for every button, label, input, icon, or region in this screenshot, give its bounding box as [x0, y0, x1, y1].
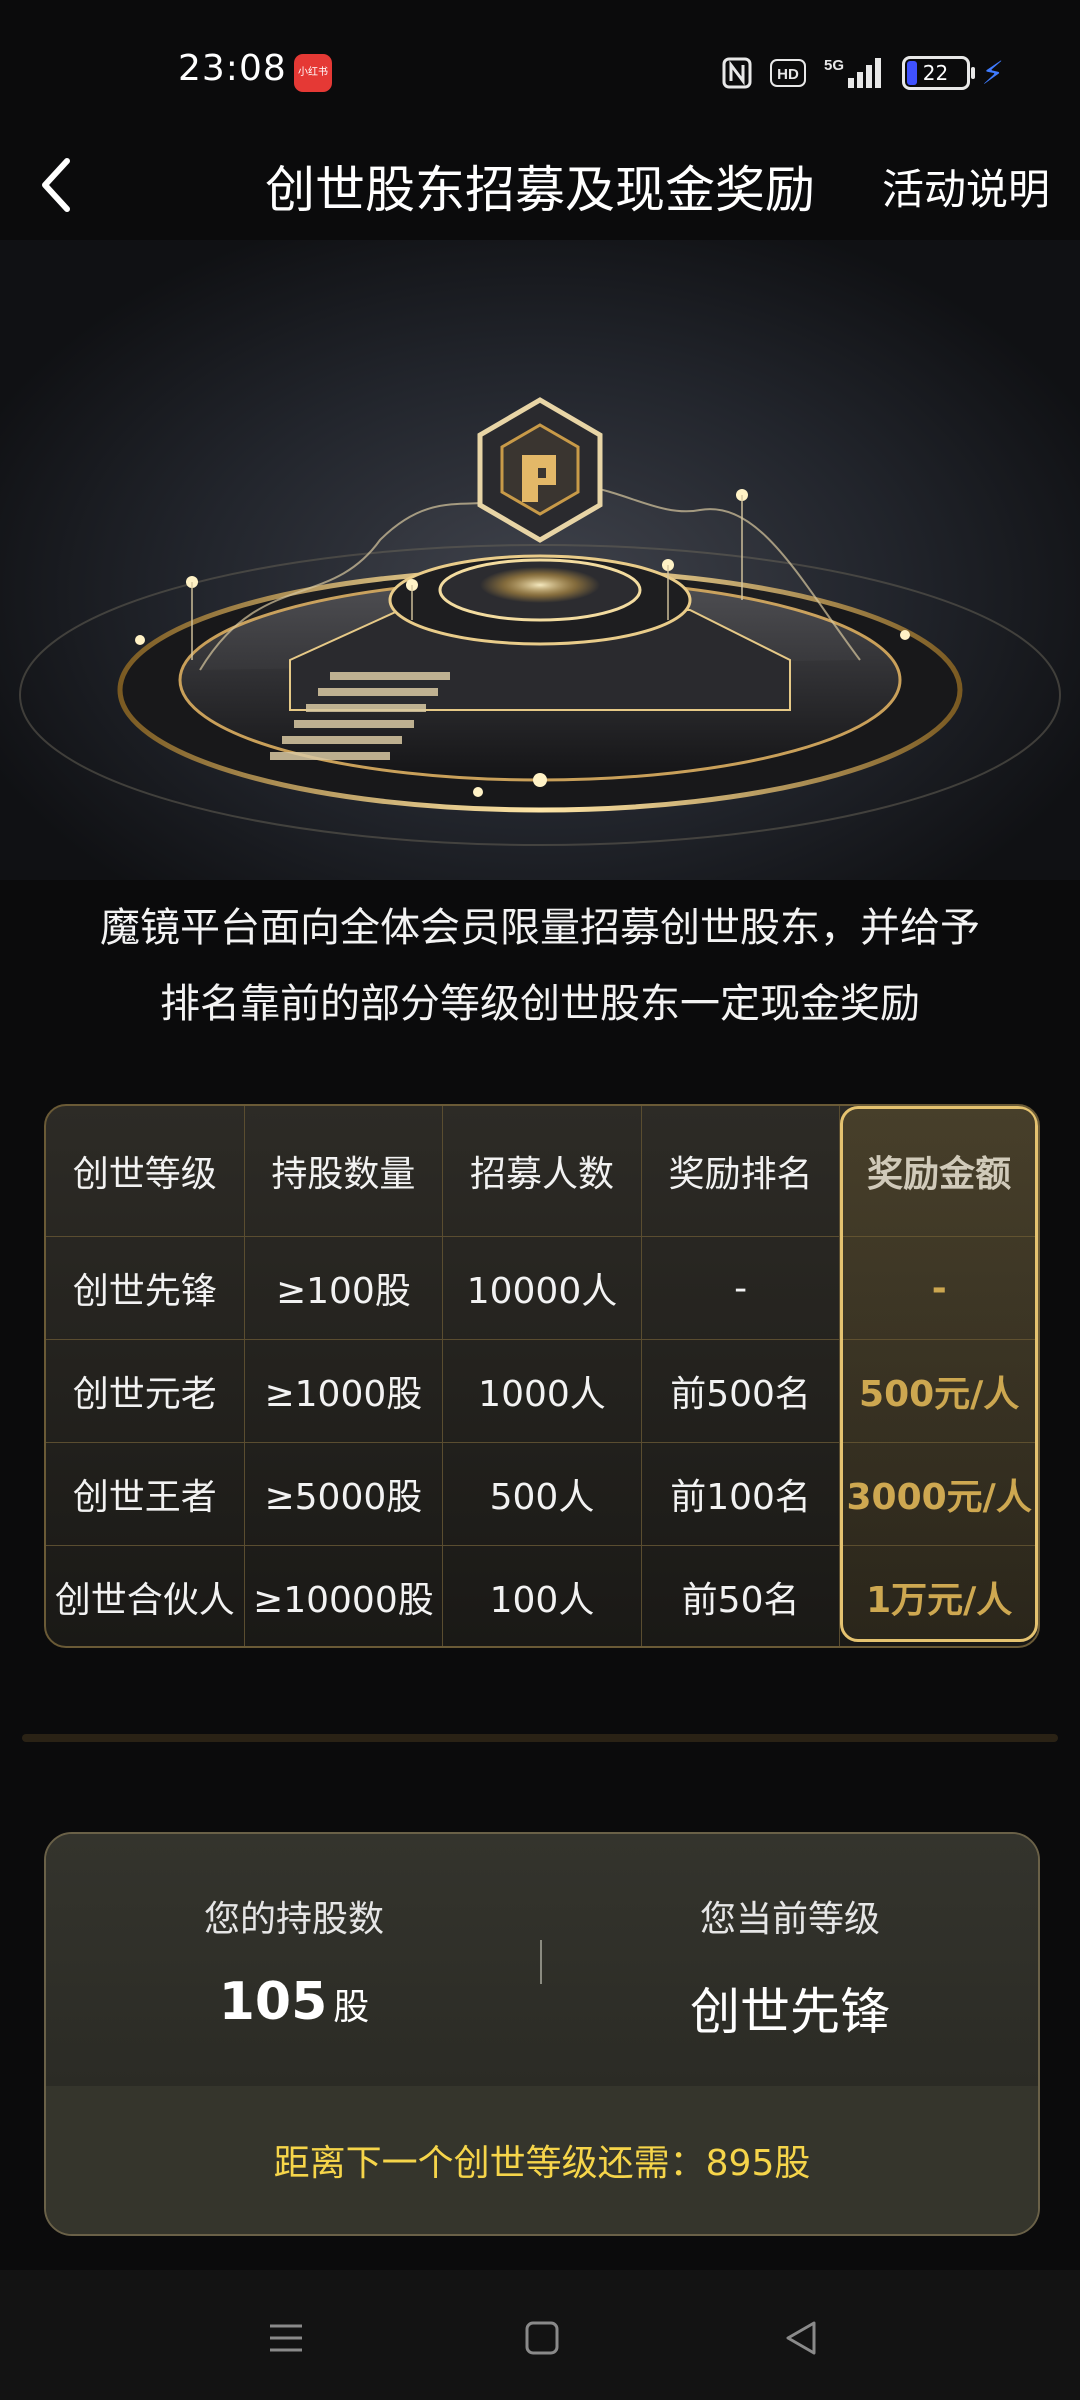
table-header-row: 创世等级 持股数量 招募人数 奖励排名 奖励金额 [46, 1106, 1038, 1236]
table-cell: 前100名 [640, 1443, 840, 1545]
triangle-back-icon [786, 2321, 816, 2355]
system-nav-bar [0, 2270, 1080, 2400]
activity-info-link[interactable]: 活动说明 [882, 150, 1050, 230]
holding-unit: 股 [333, 1987, 370, 2028]
holding-block: 您的持股数 105 股 [46, 1890, 542, 2032]
table-cell: 500人 [442, 1443, 641, 1545]
hero-illustration [0, 240, 1080, 880]
table-cell: 前50名 [640, 1546, 840, 1646]
svg-text:HD: HD [777, 66, 799, 83]
signal-5g-icon: 5G [824, 56, 884, 90]
table-cell: 500元/人 [839, 1340, 1038, 1442]
app-header: 创世股东招募及现金奖励 活动说明 [0, 140, 1080, 240]
intro-line-2: 排名靠前的部分等级创世股东一定现金奖励 [160, 981, 920, 1027]
battery-level: 22 [922, 61, 949, 85]
table-header: 招募人数 [442, 1106, 641, 1236]
back-nav-button[interactable] [770, 2308, 830, 2368]
app-notification-icon: 小红书 [294, 54, 332, 92]
section-divider [22, 1734, 1058, 1742]
page-title: 创世股东招募及现金奖励 [265, 161, 815, 219]
level-label: 您当前等级 [699, 1899, 880, 1940]
charging-icon: ⚡ [981, 54, 1004, 92]
table-cell: 创世元老 [72, 1374, 217, 1415]
back-button[interactable] [22, 150, 92, 220]
hd-icon: HD [769, 56, 806, 90]
status-icons: HD 5G 22 ⚡ [722, 54, 1004, 92]
menu-icon [270, 2324, 302, 2352]
table-cell: ≥100股 [243, 1237, 443, 1339]
table-header: 持股数量 [243, 1106, 443, 1236]
next-level-note: 距离下一个创世等级还需：895股 [46, 2086, 1038, 2234]
intro-line-1: 魔镜平台面向全体会员限量招募创世股东，并给予 [100, 905, 980, 951]
status-bar: 23:08 小红书 HD 5G 22 ⚡ [0, 0, 1080, 140]
battery-icon: 22 [901, 56, 975, 90]
table-cell: 10000人 [442, 1237, 641, 1339]
table-cell: ≥5000股 [243, 1443, 443, 1545]
menu-button[interactable] [256, 2308, 316, 2368]
table-cell: - [640, 1237, 840, 1339]
table-cell: 创世王者 [72, 1477, 217, 1518]
table-cell: 创世合伙人 [54, 1580, 235, 1621]
table-row: 创世合伙人 ≥10000股 100人 前50名 1万元/人 [46, 1545, 1038, 1646]
table-cell: 1000人 [442, 1340, 641, 1442]
table-row: 创世王者 ≥5000股 500人 前100名 3000元/人 [46, 1442, 1038, 1545]
table-cell: 100人 [442, 1546, 641, 1646]
table-cell: ≥1000股 [243, 1340, 443, 1442]
table-cell: - [839, 1237, 1038, 1339]
home-square-icon [525, 2321, 559, 2355]
table-header: 创世等级 [72, 1154, 217, 1195]
svg-text:5G: 5G [824, 57, 844, 74]
user-status-top: 您的持股数 105 股 您当前等级 创世先锋 [46, 1834, 1038, 2086]
reward-table: 创世等级 持股数量 招募人数 奖励排名 奖励金额 创世先锋 ≥100股 1000… [44, 1104, 1040, 1648]
holding-value-row: 105 股 [46, 1972, 542, 2032]
home-button[interactable] [512, 2308, 572, 2368]
table-cell: 1万元/人 [839, 1546, 1038, 1646]
table-cell: ≥10000股 [243, 1546, 443, 1646]
chevron-left-icon [42, 158, 70, 212]
table-row: 创世元老 ≥1000股 1000人 前500名 500元/人 [46, 1339, 1038, 1442]
level-value: 创世先锋 [690, 1983, 890, 2041]
holding-label: 您的持股数 [203, 1899, 384, 1940]
table-header: 奖励排名 [640, 1106, 840, 1236]
table-cell: 前500名 [640, 1340, 840, 1442]
table-cell: 3000元/人 [839, 1443, 1038, 1545]
level-block: 您当前等级 创世先锋 [542, 1890, 1038, 2044]
table-header: 奖励金额 [839, 1106, 1038, 1236]
nfc-icon [722, 56, 752, 90]
table-cell: 创世先锋 [72, 1271, 217, 1312]
holding-value: 105 [218, 1972, 328, 2032]
status-time: 23:08 [178, 48, 287, 89]
intro-text: 魔镜平台面向全体会员限量招募创世股东，并给予 排名靠前的部分等级创世股东一定现金… [40, 890, 1040, 1042]
user-status-card: 您的持股数 105 股 您当前等级 创世先锋 距离下一个创世等级还需：895股 [44, 1832, 1040, 2236]
table-row: 创世先锋 ≥100股 10000人 - - [46, 1236, 1038, 1339]
